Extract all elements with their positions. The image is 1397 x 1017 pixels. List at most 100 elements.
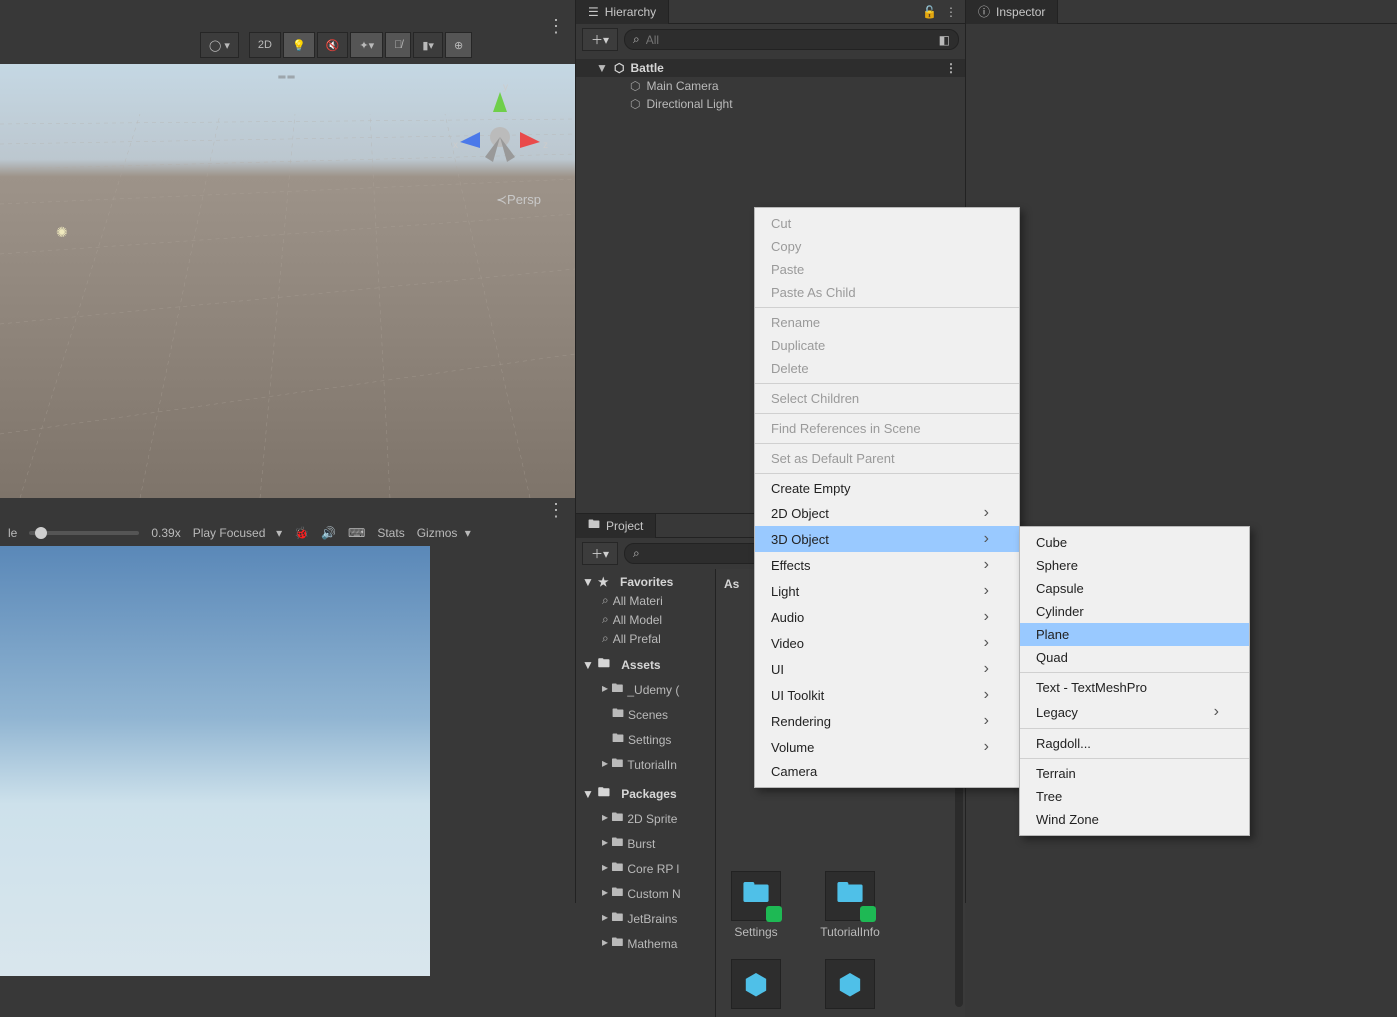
package-folder[interactable]: ▸ 🖿 Mathema (576, 931, 715, 956)
scene-view[interactable]: ⋮ ◯ ▾ 2D 💡 🔇 ✦▾ 👁̸ ▮▾ ⊕ ══ (0, 0, 575, 498)
assets-header[interactable]: ▼🖿 Assets (576, 648, 715, 677)
menu-item-ui-toolkit[interactable]: UI Toolkit (755, 682, 1019, 708)
game-options-icon[interactable]: ⋮ (547, 500, 565, 521)
gizmo-toggle-button[interactable]: ⊕ (445, 32, 472, 58)
game-viewport[interactable] (0, 546, 430, 976)
menu-item-volume[interactable]: Volume (755, 734, 1019, 760)
foldout-arrow-icon[interactable]: ▼ (596, 61, 608, 75)
asset-folder[interactable]: 🖿 Settings (576, 727, 715, 752)
asset-folder[interactable]: ▸ 🖿 _Udemy ( (576, 677, 715, 702)
menu-item-video[interactable]: Video (755, 630, 1019, 656)
asset-folder[interactable]: 🖿 Scenes (576, 702, 715, 727)
menu-item-delete: Delete (755, 357, 1019, 380)
menu-item-camera[interactable]: Camera (755, 760, 1019, 783)
packages-header[interactable]: ▼🖿 Packages (576, 777, 715, 806)
menu-item-create-empty[interactable]: Create Empty (755, 477, 1019, 500)
submenu-item-terrain[interactable]: Terrain (1020, 762, 1249, 785)
menu-item-duplicate: Duplicate (755, 334, 1019, 357)
submenu-item-wind-zone[interactable]: Wind Zone (1020, 808, 1249, 831)
scene-viewport[interactable]: ══ (0, 64, 575, 498)
visibility-toggle-button[interactable]: 👁̸ (385, 32, 411, 58)
submenu-item-cylinder[interactable]: Cylinder (1020, 600, 1249, 623)
context-submenu-3d-object[interactable]: CubeSphereCapsuleCylinderPlaneQuad Text -… (1019, 526, 1250, 836)
menu-item-cut: Cut (755, 212, 1019, 235)
submenu-item-ragdoll-[interactable]: Ragdoll... (1020, 732, 1249, 755)
search-icon: ⌕ (602, 612, 609, 627)
tab-inspector[interactable]: ⓘ Inspector (966, 0, 1058, 24)
folder-icon: 🖿 (598, 783, 610, 804)
menu-item-ui[interactable]: UI (755, 656, 1019, 682)
asset-folder[interactable]: ▸ 🖿 TutorialIn (576, 752, 715, 777)
submenu-item-legacy[interactable]: Legacy (1020, 699, 1249, 725)
project-create-button[interactable]: ＋▾ (582, 542, 618, 565)
search-icon: ⌕ (602, 593, 609, 608)
submenu-item-sphere[interactable]: Sphere (1020, 554, 1249, 577)
lighting-toggle-button[interactable]: 💡 (283, 32, 315, 58)
submenu-item-cube[interactable]: Cube (1020, 531, 1249, 554)
submenu-item-quad[interactable]: Quad (1020, 646, 1249, 669)
search-icon: ⌕ (633, 32, 640, 47)
menu-item-light[interactable]: Light (755, 578, 1019, 604)
scene-options-icon[interactable]: ⋮ (547, 16, 565, 37)
menu-item-rendering[interactable]: Rendering (755, 708, 1019, 734)
keyboard-icon[interactable]: ⌨ (348, 526, 365, 540)
bug-icon[interactable]: 🐞 (294, 526, 309, 540)
gameobject-row-light[interactable]: ⬡ Directional Light (576, 95, 965, 113)
package-folder[interactable]: ▸ 🖿 Burst (576, 831, 715, 856)
prefab-icon: ⬢ (825, 959, 875, 1009)
favorite-item[interactable]: ⌕ All Model (576, 610, 715, 629)
scale-slider[interactable] (29, 531, 139, 535)
submenu-item-tree[interactable]: Tree (1020, 785, 1249, 808)
favorite-item[interactable]: ⌕ All Materi (576, 591, 715, 610)
scene-row[interactable]: ▼ ⬡ Battle ⋮ (576, 59, 965, 77)
play-mode-dropdown[interactable]: Play Focused ▾ (193, 526, 282, 540)
package-folder[interactable]: ▸ 🖿 2D Sprite (576, 806, 715, 831)
context-menu[interactable]: CutCopyPastePaste As ChildRenameDuplicat… (754, 207, 1020, 788)
hierarchy-options-icon[interactable]: ⋮ (945, 5, 957, 19)
scene-row-options-icon[interactable]: ⋮ (945, 61, 957, 75)
projection-label[interactable]: ≺Persp (496, 192, 541, 208)
game-view[interactable]: ⋮ le 0.39x Play Focused ▾ 🐞 🔊 ⌨ Stats Gi… (0, 498, 575, 903)
light-gizmo-icon[interactable]: ✺ (56, 224, 68, 241)
menu-item-paste-as-child: Paste As Child (755, 281, 1019, 304)
prefab-icon: ⬢ (731, 959, 781, 1009)
search-filter-icon[interactable]: ◧ (939, 33, 950, 47)
package-folder[interactable]: ▸ 🖿 Core RP l (576, 856, 715, 881)
hierarchy-tab-label: Hierarchy (605, 5, 656, 19)
asset-item[interactable]: ⬢ (818, 959, 882, 1009)
tab-hierarchy[interactable]: ☰ Hierarchy (576, 0, 669, 24)
gizmos-dropdown[interactable]: Gizmos ▾ (417, 526, 471, 540)
stats-button[interactable]: Stats (377, 526, 404, 540)
asset-item[interactable]: 🖿 Settings (724, 871, 788, 939)
package-folder[interactable]: ▸ 🖿 JetBrains (576, 906, 715, 931)
gameobject-row-camera[interactable]: ⬡ Main Camera (576, 77, 965, 95)
submenu-item-text-textmeshpro[interactable]: Text - TextMeshPro (1020, 676, 1249, 699)
gameobject-icon: ⬡ (630, 79, 640, 93)
submenu-item-plane[interactable]: Plane (1020, 623, 1249, 646)
orientation-gizmo[interactable]: x z y (445, 82, 555, 192)
favorites-header[interactable]: ▼★ Favorites (576, 569, 715, 591)
submenu-item-capsule[interactable]: Capsule (1020, 577, 1249, 600)
menu-item-audio[interactable]: Audio (755, 604, 1019, 630)
hierarchy-search-input[interactable] (646, 33, 933, 47)
star-icon: ★ (598, 575, 609, 589)
2d-toggle-button[interactable]: 2D (249, 32, 281, 58)
camera-button[interactable]: ▮▾ (413, 32, 443, 58)
package-folder[interactable]: ▸ 🖿 Custom N (576, 881, 715, 906)
asset-item[interactable]: ⬢ (724, 959, 788, 1009)
audio-toggle-button[interactable]: 🔇 (317, 32, 349, 58)
project-tree[interactable]: ▼★ Favorites ⌕ All Materi ⌕ All Model ⌕ … (576, 569, 716, 1017)
fx-toggle-button[interactable]: ✦▾ (350, 32, 383, 58)
audio-icon[interactable]: 🔊 (321, 526, 336, 540)
scene-toolbar: ◯ ▾ 2D 💡 🔇 ✦▾ 👁̸ ▮▾ ⊕ (200, 32, 472, 58)
create-button[interactable]: ＋▾ (582, 28, 618, 51)
hierarchy-search[interactable]: ⌕ ◧ (624, 29, 959, 50)
menu-item-3d-object[interactable]: 3D Object (755, 526, 1019, 552)
draw-mode-button[interactable]: ◯ ▾ (200, 32, 239, 58)
tab-project[interactable]: 🖿 Project (576, 514, 656, 538)
lock-icon[interactable]: 🔓 (922, 5, 937, 19)
menu-item-2d-object[interactable]: 2D Object (755, 500, 1019, 526)
asset-item[interactable]: 🖿 TutorialInfo (818, 871, 882, 939)
menu-item-effects[interactable]: Effects (755, 552, 1019, 578)
favorite-item[interactable]: ⌕ All Prefal (576, 629, 715, 648)
